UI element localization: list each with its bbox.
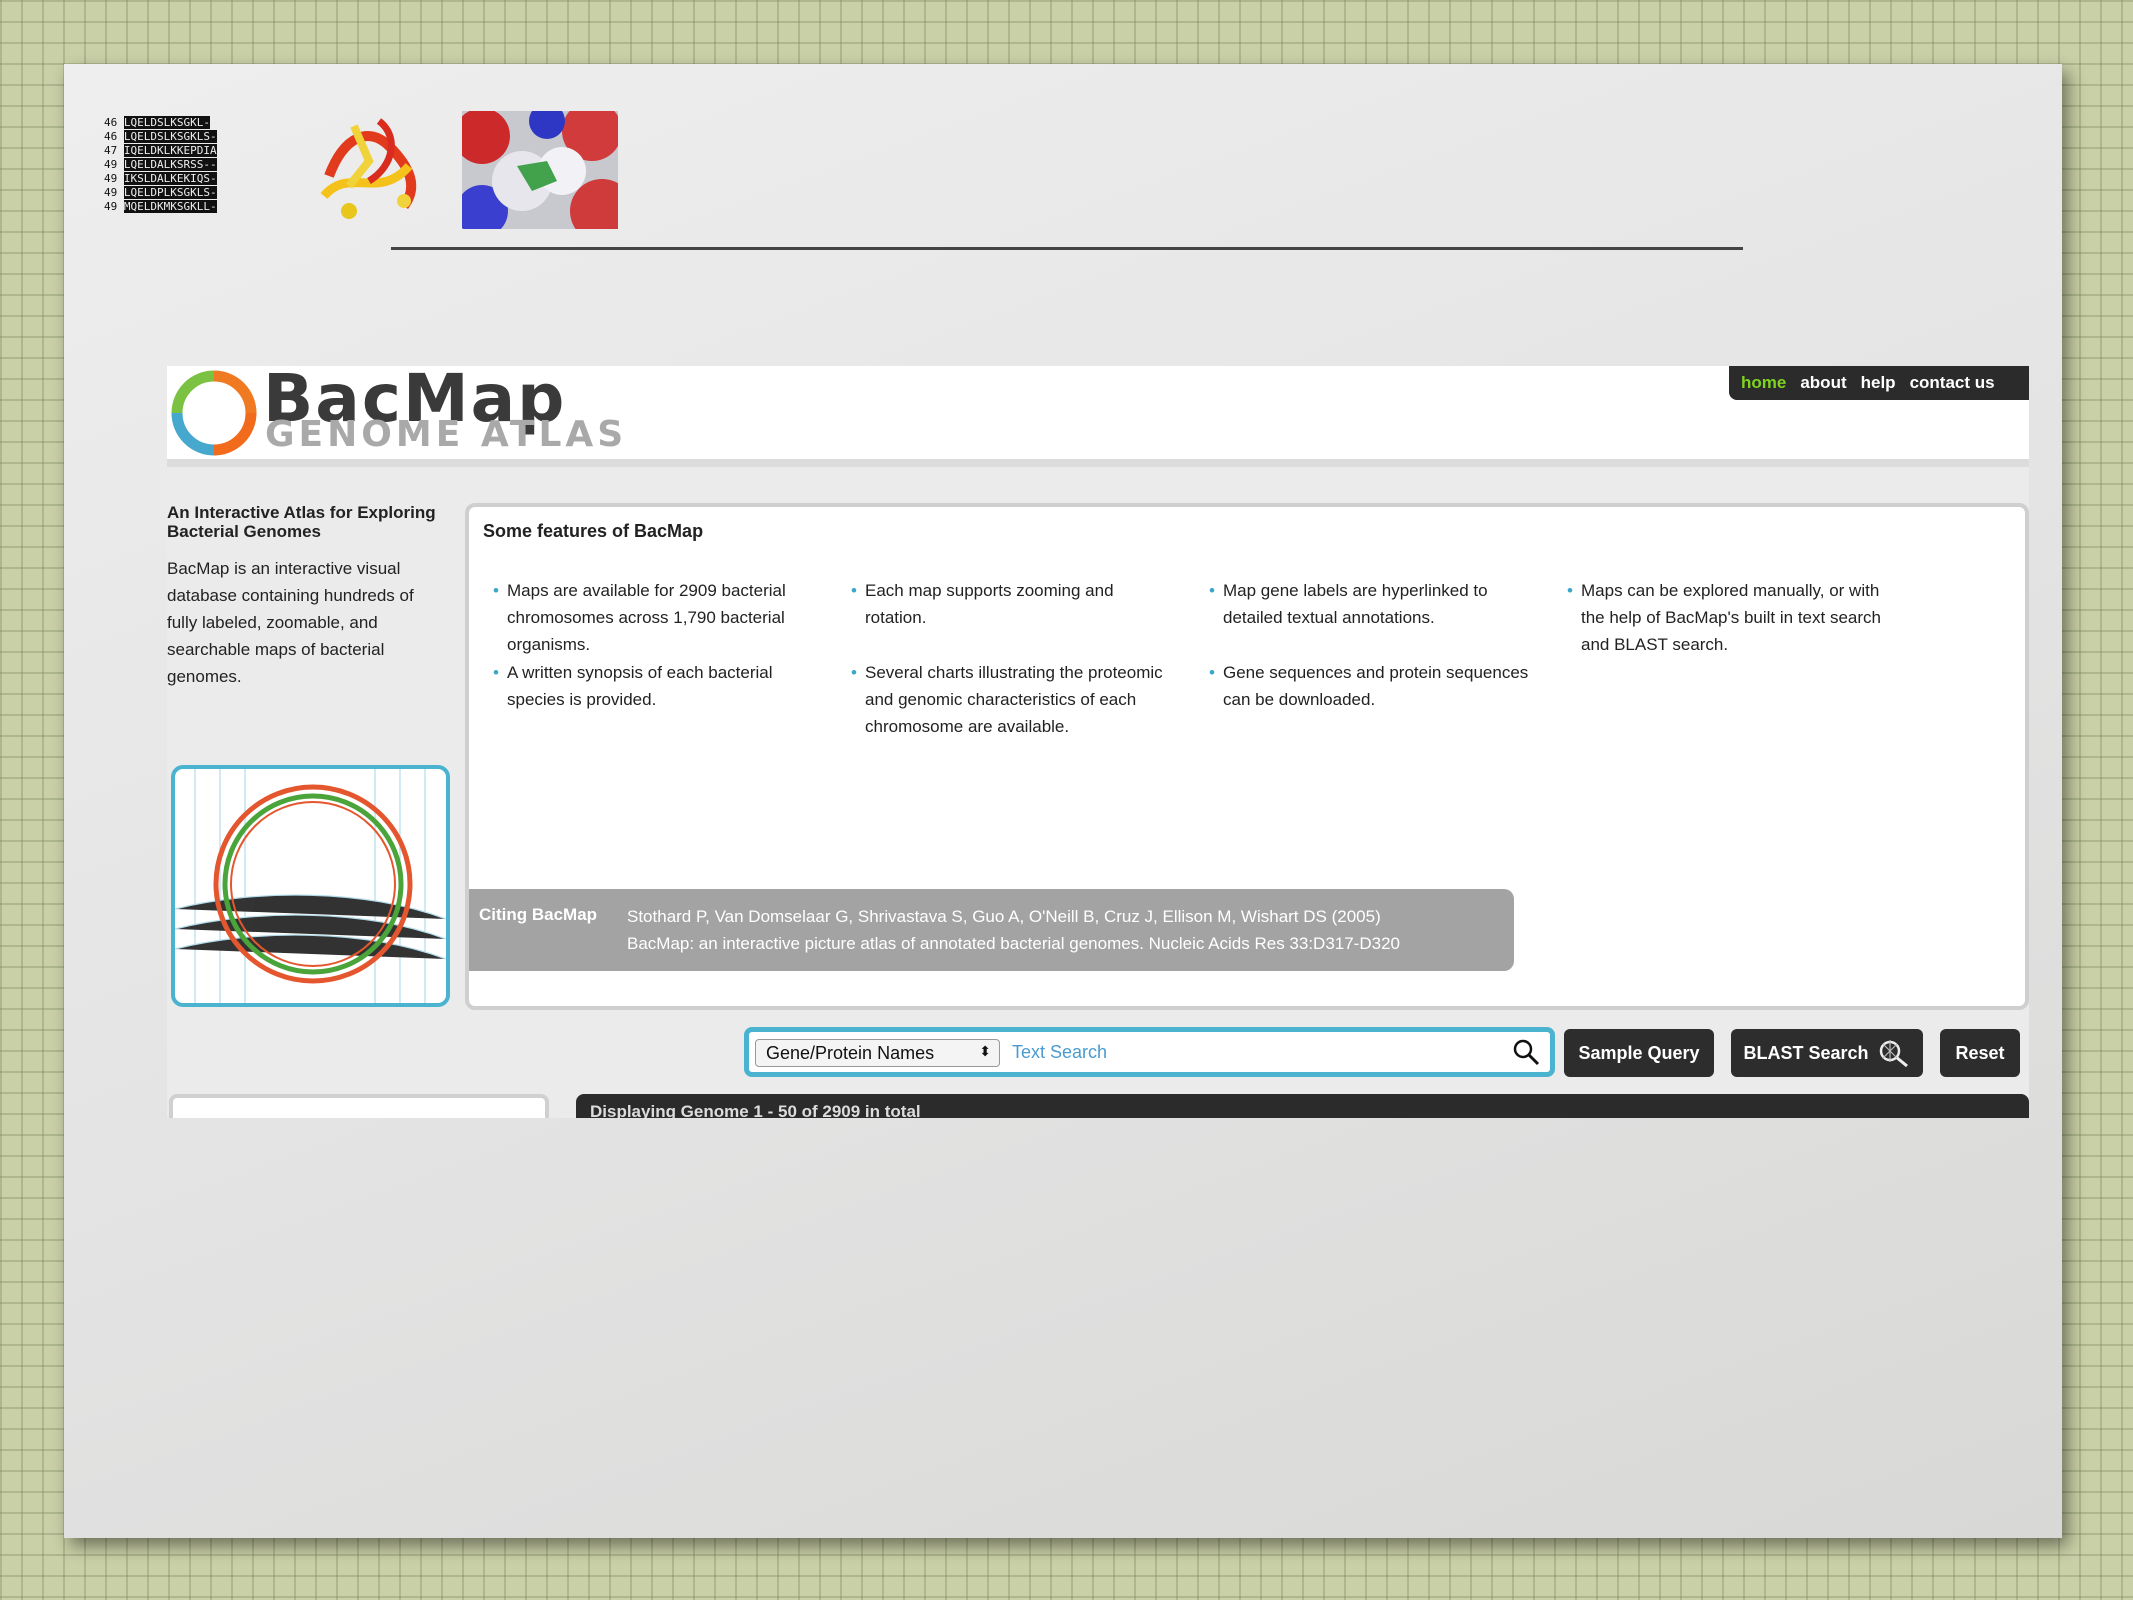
blast-search-label: BLAST Search <box>1743 1042 1869 1063</box>
citation-text: Stothard P, Van Domselaar G, Shrivastava… <box>627 903 1400 957</box>
search-input[interactable]: Text Search <box>1012 1042 1107 1063</box>
presentation-slide: 46 LQELDSLKSGKL- 46 LQELDSLKSGKLS- 47 IQ… <box>64 64 2062 1538</box>
feature-item: Maps can be explored manually, or with t… <box>1567 577 1887 658</box>
sidebar-description: BacMap is an interactive visual database… <box>167 559 414 686</box>
search-field-select[interactable]: Gene/Protein Names ⬍ <box>755 1039 1000 1067</box>
bacmap-header: BacMap GENOME ATLAS home about help cont… <box>167 366 2029 467</box>
feature-item: Each map supports zooming and rotation. <box>851 577 1171 631</box>
sequence-alignment-image: 46 LQELDSLKSGKL- 46 LQELDSLKSGKLS- 47 IQ… <box>104 116 217 213</box>
nav-help[interactable]: help <box>1861 373 1896 393</box>
blast-search-button[interactable]: BLAST Search <box>1731 1029 1923 1077</box>
reset-button[interactable]: Reset <box>1940 1029 2020 1077</box>
bacmap-screenshot: BacMap GENOME ATLAS home about help cont… <box>167 366 2029 1118</box>
protein-surface-image <box>462 111 618 229</box>
feature-item: Map gene labels are hyperlinked to detai… <box>1209 577 1529 631</box>
results-bar: Displaying Genome 1 - 50 of 2909 in tota… <box>576 1094 2029 1118</box>
citation-line-1: Stothard P, Van Domselaar G, Shrivastava… <box>627 907 1381 926</box>
nav-contact-us[interactable]: contact us <box>1910 373 1995 393</box>
search-icon[interactable] <box>1512 1038 1540 1066</box>
feature-item: Maps are available for 2909 bacterial ch… <box>493 577 813 658</box>
feature-item: A written synopsis of each bacterial spe… <box>493 659 813 713</box>
citation-label: Citing BacMap <box>479 905 598 924</box>
top-nav: home about help contact us <box>1729 366 2029 400</box>
feature-item: Several charts illustrating the proteomi… <box>851 659 1171 740</box>
sample-query-label: Sample Query <box>1578 1042 1700 1063</box>
results-count-text: Displaying Genome 1 - 50 of 2909 in tota… <box>590 1102 921 1118</box>
blast-icon <box>1879 1040 1908 1068</box>
reset-label: Reset <box>1955 1042 2005 1063</box>
sample-query-button[interactable]: Sample Query <box>1564 1029 1714 1077</box>
sidebar-heading: An Interactive Atlas for Exploring Bacte… <box>167 503 436 541</box>
features-title: Some features of BacMap <box>483 521 704 541</box>
filter-panel-top <box>169 1094 549 1118</box>
search-box: Gene/Protein Names ⬍ Text Search <box>744 1027 1555 1077</box>
genome-map-image <box>175 769 446 1003</box>
feature-item: Gene sequences and protein sequences can… <box>1209 659 1529 713</box>
slide-divider <box>391 247 1743 250</box>
citation-line-2: BacMap: an interactive picture atlas of … <box>627 934 1400 953</box>
nav-home[interactable]: home <box>1741 373 1786 393</box>
search-field-value: Gene/Protein Names <box>766 1043 935 1063</box>
select-arrows-icon: ⬍ <box>979 1043 991 1059</box>
nav-about[interactable]: about <box>1800 373 1846 393</box>
sidebar-intro: An Interactive Atlas for Exploring Bacte… <box>167 503 437 690</box>
features-panel: Some features of BacMap Maps are availab… <box>465 503 2029 1010</box>
citation-box: Citing BacMap Stothard P, Van Domselaar … <box>469 889 1514 971</box>
bacmap-logo-icon <box>171 370 257 456</box>
bacmap-logo-subtitle: GENOME ATLAS <box>265 414 628 455</box>
protein-ribbon-image <box>320 118 417 219</box>
genome-map-thumbnail[interactable] <box>171 765 450 1007</box>
